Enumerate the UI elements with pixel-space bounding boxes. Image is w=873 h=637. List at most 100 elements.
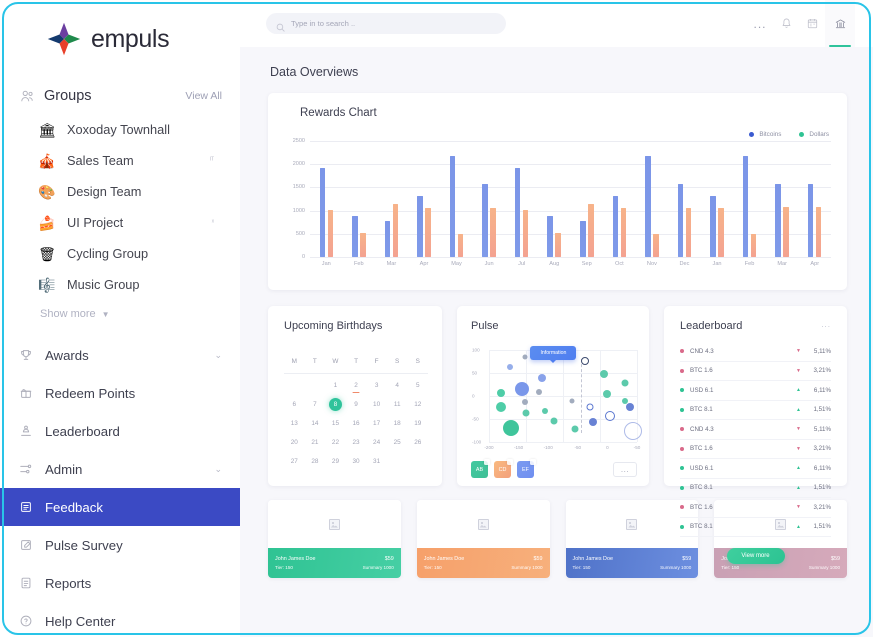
sidebar-item-pulse-survey[interactable]: Pulse Survey: [0, 526, 240, 564]
scatter-point[interactable]: [503, 420, 520, 437]
calendar-day[interactable]: 5: [407, 376, 428, 395]
bar-bitcoins[interactable]: [677, 183, 684, 257]
calendar-day[interactable]: 11: [387, 395, 408, 414]
bar-bitcoins[interactable]: [710, 195, 716, 257]
bar-bitcoins[interactable]: [645, 156, 651, 257]
scatter-point[interactable]: [506, 363, 513, 370]
calendar-day[interactable]: 3: [366, 376, 387, 395]
bar-group[interactable]: [343, 141, 376, 257]
calendar-day[interactable]: 18: [387, 414, 408, 433]
scatter-point[interactable]: [571, 425, 579, 433]
bar-group[interactable]: [538, 141, 571, 257]
bar-bitcoins[interactable]: [547, 215, 553, 257]
bar-group[interactable]: [798, 141, 831, 257]
legend-item[interactable]: Bitcoins: [749, 131, 781, 138]
calendar-day[interactable]: 2: [346, 376, 367, 395]
calendar-day[interactable]: 24: [366, 433, 387, 452]
sidebar-item-leaderboard[interactable]: Leaderboard: [0, 412, 240, 450]
scatter-point[interactable]: [588, 417, 597, 426]
scatter-point[interactable]: [495, 402, 506, 413]
bar-bitcoins[interactable]: [742, 156, 749, 257]
calendar-day[interactable]: 25: [387, 433, 408, 452]
scatter-point[interactable]: [514, 381, 529, 396]
bar-bitcoins[interactable]: [807, 183, 814, 257]
scatter-point[interactable]: [600, 369, 609, 378]
calendar-day[interactable]: 15: [325, 414, 346, 433]
scatter-point[interactable]: [603, 390, 612, 399]
bar-dollars[interactable]: [653, 234, 659, 257]
scatter-point[interactable]: [581, 357, 590, 366]
calendar-day[interactable]: 19: [407, 414, 428, 433]
calendar-day[interactable]: 26: [407, 433, 428, 452]
calendar-day[interactable]: 17: [366, 414, 387, 433]
scatter-point[interactable]: [538, 373, 547, 382]
calendar-day[interactable]: 7: [305, 395, 326, 414]
scatter-point[interactable]: [496, 389, 505, 398]
pulse-badge-tile[interactable]: AB: [471, 459, 490, 478]
bar-dollars[interactable]: [360, 233, 366, 257]
bar-dollars[interactable]: [750, 234, 757, 257]
bar-group[interactable]: [375, 141, 408, 257]
bar-group[interactable]: [505, 141, 538, 257]
bar-dollars[interactable]: [327, 210, 334, 257]
leaderboard-row[interactable]: BTC 8.1 ▲ 1,51%: [680, 479, 831, 498]
bar-dollars[interactable]: [783, 207, 789, 257]
calendar-button[interactable]: [799, 0, 825, 47]
scatter-point[interactable]: [522, 354, 528, 360]
bar-dollars[interactable]: [620, 207, 627, 257]
bar-dollars[interactable]: [815, 207, 822, 257]
calendar-day[interactable]: 4: [387, 376, 408, 395]
bar-bitcoins[interactable]: [352, 215, 358, 257]
pulse-badge-tile[interactable]: CD: [494, 459, 513, 478]
bar-bitcoins[interactable]: [514, 168, 521, 257]
bar-dollars[interactable]: [490, 207, 496, 257]
scatter-point[interactable]: [621, 379, 629, 387]
calendar-day[interactable]: 27: [284, 452, 305, 471]
leaderboard-row[interactable]: CND 4.3 ▼ 5,11%: [680, 420, 831, 440]
sidebar-item-redeem-points[interactable]: Redeem Points: [0, 374, 240, 412]
calendar-day[interactable]: 9: [346, 395, 367, 414]
bar-dollars[interactable]: [685, 207, 692, 257]
bar-dollars[interactable]: [555, 233, 561, 257]
bar-bitcoins[interactable]: [612, 195, 619, 257]
bar-group[interactable]: [668, 141, 701, 257]
leaderboard-row[interactable]: USD 6.1 ▲ 6,11%: [680, 459, 831, 479]
view-all-link[interactable]: View All: [185, 90, 222, 102]
scatter-point[interactable]: [586, 403, 594, 411]
group-item[interactable]: 🎼 Music Group: [0, 269, 240, 300]
calendar-day[interactable]: 28: [305, 452, 326, 471]
pulse-more-button[interactable]: ...: [613, 462, 637, 477]
scatter-point[interactable]: [623, 421, 642, 440]
scatter-point[interactable]: [542, 407, 549, 414]
bar-dollars[interactable]: [457, 234, 464, 257]
bar-dollars[interactable]: [588, 203, 594, 257]
calendar-day[interactable]: 22: [325, 433, 346, 452]
bar-bitcoins[interactable]: [775, 183, 781, 257]
sidebar-item-help-center[interactable]: Help Center: [0, 602, 240, 637]
group-item[interactable]: 🎪 Sales Team ᴵᵀ: [0, 145, 240, 176]
scatter-point[interactable]: [605, 411, 616, 422]
scatter-point[interactable]: [522, 409, 530, 417]
scatter-point[interactable]: [521, 399, 528, 406]
bar-bitcoins[interactable]: [417, 195, 423, 257]
leaderboard-menu-button[interactable]: ...: [821, 320, 831, 329]
leaderboard-row[interactable]: USD 6.1 ▲ 6,11%: [680, 381, 831, 401]
leaderboard-row[interactable]: BTC 1.6 ▼ 3,21%: [680, 498, 831, 518]
bar-bitcoins[interactable]: [449, 156, 456, 257]
bar-group[interactable]: [408, 141, 441, 257]
sidebar-item-admin[interactable]: Admin ⌄: [0, 450, 240, 488]
bar-dollars[interactable]: [522, 210, 529, 257]
reward-mini-card[interactable]: John James Doe $59 Tier: 150 Summary 1000: [268, 500, 401, 578]
view-more-button[interactable]: View more: [726, 548, 785, 564]
leaderboard-row[interactable]: BTC 8.1 ▲ 1,51%: [680, 518, 831, 537]
bar-dollars[interactable]: [392, 203, 399, 257]
reward-mini-card[interactable]: John James Doe $59 Tier: 150 Summary 1000: [565, 500, 699, 578]
sidebar-item-awards[interactable]: Awards ⌄: [0, 336, 240, 374]
calendar-day[interactable]: 10: [366, 395, 387, 414]
reward-mini-card[interactable]: John James Doe $59 Tier: 150 Summary 1000: [416, 500, 550, 578]
group-item[interactable]: 🗑 Cycling Group: [0, 238, 240, 269]
bar-dollars[interactable]: [425, 207, 431, 257]
bar-group[interactable]: [603, 141, 636, 257]
leaderboard-row[interactable]: CND 4.3 ▼ 5,11%: [680, 342, 831, 362]
leaderboard-row[interactable]: BTC 8.1 ▲ 1,51%: [680, 401, 831, 420]
